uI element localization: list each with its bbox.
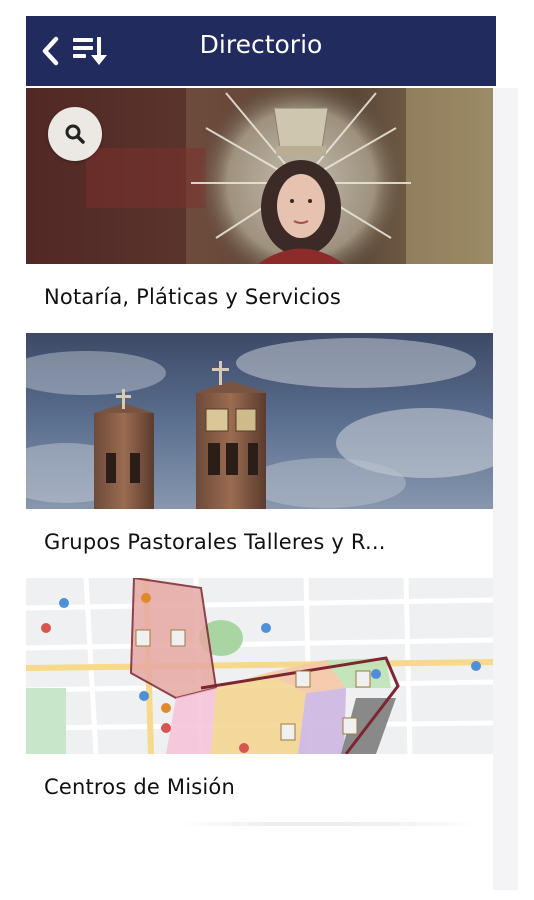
list-item-centros-de-mision[interactable]: Centros de Misión xyxy=(26,578,493,823)
sort-button[interactable] xyxy=(70,32,110,70)
directory-list: Notaría, Pláticas y Servicios Grupos Pas… xyxy=(26,88,493,823)
list-item-grupos-pastorales[interactable]: Grupos Pastorales Talleres y R... xyxy=(26,333,493,578)
search-icon xyxy=(65,124,85,144)
divider xyxy=(180,822,480,826)
card-image-map xyxy=(26,578,493,754)
scrollbar-track[interactable] xyxy=(493,88,518,890)
card-label: Grupos Pastorales Talleres y R... xyxy=(44,530,386,554)
search-button[interactable] xyxy=(48,107,102,161)
card-image-virgin-statue xyxy=(26,88,493,264)
chevron-left-icon xyxy=(42,36,59,66)
app-header: Directorio xyxy=(26,16,496,86)
list-item-notaria[interactable]: Notaría, Pláticas y Servicios xyxy=(26,88,493,333)
card-image-church-towers xyxy=(26,333,493,509)
back-button[interactable] xyxy=(38,32,64,70)
card-label: Centros de Misión xyxy=(44,775,235,799)
card-label: Notaría, Pláticas y Servicios xyxy=(44,285,342,309)
sort-list-icon xyxy=(73,37,107,65)
